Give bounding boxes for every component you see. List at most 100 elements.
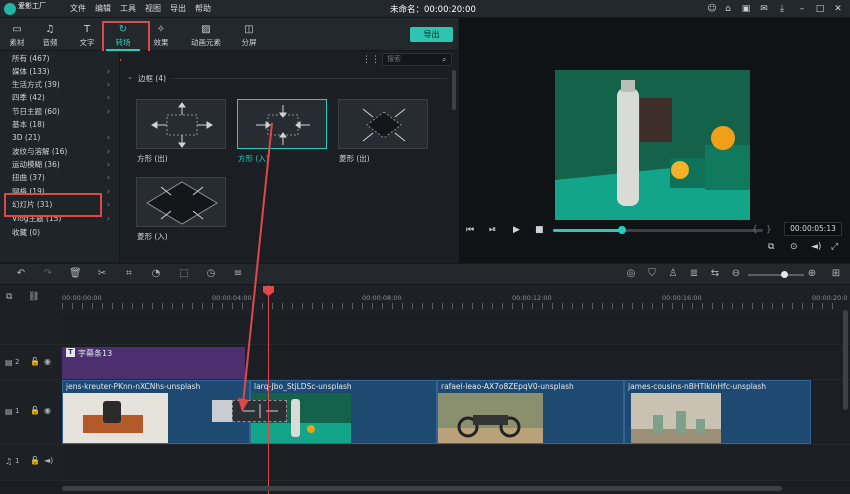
audio-track[interactable] [62,445,850,481]
undo-icon[interactable]: ↶ [15,268,27,279]
playhead-line[interactable] [268,285,269,494]
section-divider [172,78,447,79]
grid-view-icon[interactable]: ⋮⋮ [362,55,380,65]
transition-card-square-in[interactable] [237,99,327,149]
preview-progress-track[interactable] [553,229,763,232]
crop-icon[interactable]: ⌗ [123,268,135,279]
zoom-slider[interactable] [748,274,804,276]
category-item[interactable]: 基本 (18) [0,118,120,131]
tool-text[interactable]: T 文字 [70,18,104,51]
category-item[interactable]: 生活方式 (39) › [0,78,120,91]
volume-icon[interactable]: ◄) [811,242,821,252]
eye-icon[interactable]: ◉ [44,406,51,415]
link-icon[interactable]: ⛓ [28,292,39,302]
subtitle-clip[interactable]: T 字幕条13 [62,347,245,379]
zoom-in-icon[interactable]: ⊕ [806,268,818,279]
save-icon[interactable]: ▣ [740,3,752,15]
video-clip[interactable]: james-cousins-nBHTlklnHfc-unsplash [624,380,811,444]
category-item[interactable]: 所有 (467) [0,52,120,65]
tool-split-screen[interactable]: ◫ 分屏 [232,18,266,51]
maximize-icon[interactable]: □ [814,3,826,15]
content-scrollbar[interactable] [452,70,456,110]
category-item[interactable]: 节日主题 (60) › [0,105,120,118]
track-header-2: ▤ 2 🔓 ◉ [0,345,62,380]
render-icon[interactable]: ◎ [625,268,637,279]
category-item[interactable]: 四季 (42) › [0,91,120,104]
tool-label: 文字 [79,38,95,47]
transition-label: 方形 (出) [137,154,168,163]
user-icon[interactable]: ☺ [706,3,718,15]
menu-view[interactable]: 视图 [145,3,161,14]
zoom-out-icon[interactable]: ⊖ [730,268,742,279]
play-icon[interactable]: ▶ [513,225,520,235]
minimize-icon[interactable]: – [796,3,808,15]
category-label: 生活方式 (39) [12,80,60,89]
track-header-empty [0,315,62,345]
play-frame-icon[interactable]: ⏯ [489,225,496,235]
close-icon[interactable]: ✕ [832,3,844,15]
timeline-vertical-scrollbar[interactable] [843,310,848,410]
green-screen-icon[interactable]: ⬚ [178,268,190,279]
video-clip[interactable]: rafael-leao-AX7o8ZEpqV0-unsplash [437,380,624,444]
marker-icon[interactable]: ⛉ [646,268,658,279]
snapshot-icon[interactable]: ⊙ [790,242,798,252]
tool-elements[interactable]: ▨ 动画元素 [186,18,226,51]
transition-drop-zone[interactable] [232,400,287,422]
chevron-right-icon: › [107,160,110,169]
category-item[interactable]: 扭曲 (37) › [0,171,120,184]
search-icon[interactable]: ⌕ [442,55,446,65]
tool-media[interactable]: ▭ 素材 [0,18,34,51]
transition-card-diamond-in[interactable] [136,177,226,227]
download-icon[interactable]: ⤓ [776,3,788,15]
category-item[interactable]: 运动模糊 (36) › [0,158,120,171]
lock-icon[interactable]: 🔓 [30,406,40,415]
menu-help[interactable]: 帮助 [195,3,211,14]
transition-card-diamond-out[interactable] [338,99,428,149]
mail-icon[interactable]: ✉ [758,3,770,15]
tool-label: 分屏 [241,38,257,47]
ruler-label: 00:00:04:00 [212,294,252,302]
export-button[interactable]: 导出 [410,27,453,42]
store-icon[interactable]: ⌂ [722,3,734,15]
mark-out-icon[interactable]: } [766,225,772,235]
speed-icon[interactable]: ◷ [205,268,217,279]
redo-icon[interactable]: ↷ [42,268,54,279]
split-screen-icon: ◫ [244,24,254,35]
ruler-label: 00:00:20:0 [812,294,848,302]
lock-icon[interactable]: 🔓 [30,456,40,465]
chevron-down-icon[interactable]: ⌄ [127,73,133,81]
delete-icon[interactable]: 🗑 [69,268,82,279]
track-empty[interactable] [62,315,850,345]
fullscreen-icon[interactable]: ⤢ [831,242,838,252]
add-track-icon[interactable]: ⧉ [6,292,12,302]
cut-icon[interactable]: ✂ [96,268,108,279]
transition-card-square-out[interactable] [136,99,226,149]
app-logo-icon [4,3,16,15]
menu-file[interactable]: 文件 [70,3,86,14]
step-back-icon[interactable]: ⏮ [466,225,474,235]
zoom-slider-handle[interactable] [781,271,788,278]
category-item[interactable]: 波纹与溶解 (16) › [0,145,120,158]
timeline-ruler[interactable] [0,285,850,315]
timeline-horizontal-scrollbar[interactable] [62,486,782,491]
category-item[interactable]: 收藏 (0) [0,226,120,239]
category-item[interactable]: 媒体 (133) › [0,65,120,78]
tool-audio[interactable]: ♫ 音频 [33,18,67,51]
menu-export[interactable]: 导出 [170,3,186,14]
stop-icon[interactable]: ■ [535,225,544,235]
render-preview-icon[interactable]: ⧉ [768,242,774,252]
fit-icon[interactable]: ⊞ [830,268,842,279]
speaker-icon[interactable]: ◄) [44,456,53,465]
menu-edit[interactable]: 编辑 [95,3,111,14]
eye-icon[interactable]: ◉ [44,357,51,366]
audio-adjust-icon[interactable]: ≡ [232,268,244,279]
voiceover-icon[interactable]: ≣ [688,268,700,279]
category-item[interactable]: 3D (21) › [0,131,120,144]
transition-label: 方形 (入) [238,154,269,163]
lock-icon[interactable]: 🔓 [30,357,40,366]
color-icon[interactable]: ◔ [150,268,162,279]
split-audio-icon[interactable]: ⇆ [709,268,721,279]
mark-in-icon[interactable]: { [752,225,758,235]
microphone-icon[interactable]: ♙ [667,268,679,279]
menu-tools[interactable]: 工具 [120,3,136,14]
